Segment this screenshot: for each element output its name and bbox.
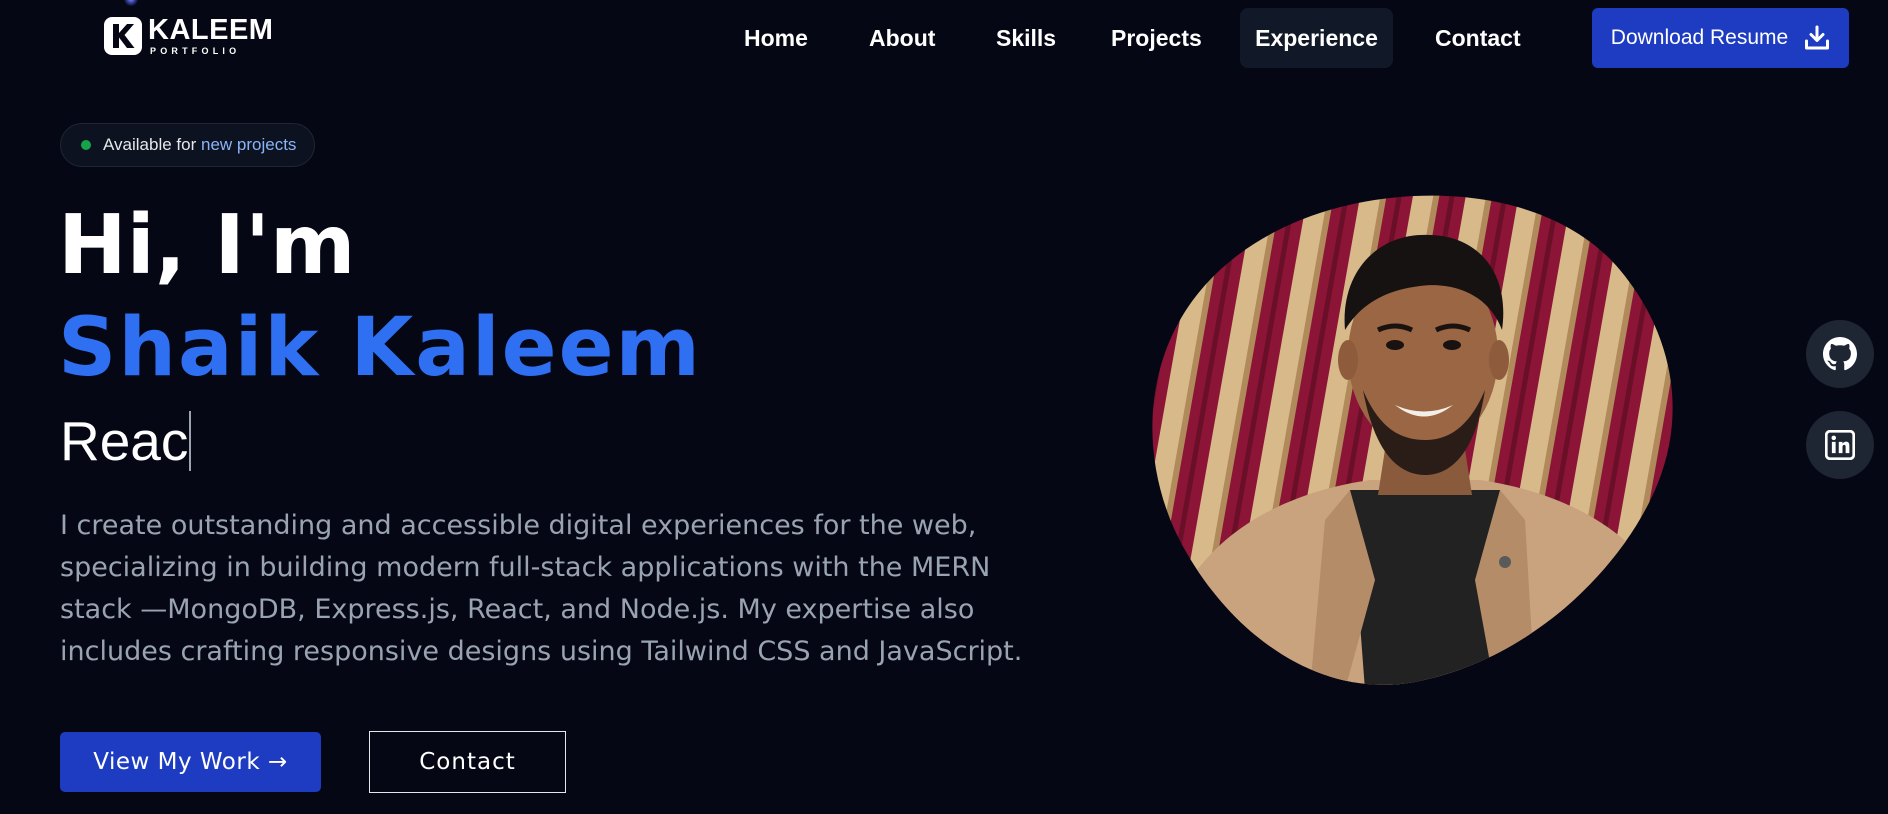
download-resume-label: Download Resume <box>1610 26 1789 49</box>
github-icon <box>1823 337 1857 371</box>
download-resume-button[interactable]: Download Resume <box>1592 8 1849 68</box>
typing-cursor <box>189 411 192 471</box>
contact-button[interactable]: Contact <box>369 731 566 793</box>
badge-prefix: Available for <box>103 135 197 154</box>
nav-home[interactable]: Home <box>726 8 826 68</box>
view-my-work-button[interactable]: View My Work → <box>60 732 321 792</box>
site-logo[interactable]: KALEEM PORTFOLIO <box>104 16 273 56</box>
badge-highlight: new projects <box>200 135 297 154</box>
profile-photo <box>1152 195 1673 685</box>
linkedin-link[interactable] <box>1806 411 1874 479</box>
download-icon <box>1805 25 1830 50</box>
logo-subtitle: PORTFOLIO <box>150 46 241 56</box>
portfolio-page: KALEEM PORTFOLIO Home About Skills Proje… <box>0 0 1888 814</box>
typed-role: Reac <box>60 410 192 472</box>
k-letter-icon <box>113 24 135 48</box>
status-dot <box>81 140 91 150</box>
logo-title: KALEEM <box>148 14 274 46</box>
nav-about[interactable]: About <box>851 8 953 68</box>
availability-badge: Available for new projects <box>60 123 316 167</box>
nav-skills[interactable]: Skills <box>978 8 1074 68</box>
hero-description: I create outstanding and accessible digi… <box>60 510 1023 667</box>
github-link[interactable] <box>1806 320 1874 388</box>
logo-mark <box>104 17 142 55</box>
typed-text: Reac <box>60 410 189 472</box>
greeting-heading: Hi, I'm <box>58 198 356 293</box>
nav-projects[interactable]: Projects <box>1093 8 1220 68</box>
nav-contact[interactable]: Contact <box>1417 8 1539 68</box>
glow-dot <box>124 0 138 6</box>
linkedin-icon <box>1825 430 1855 460</box>
name-heading: Shaik Kaleem <box>58 301 702 395</box>
nav-experience[interactable]: Experience <box>1240 8 1393 68</box>
